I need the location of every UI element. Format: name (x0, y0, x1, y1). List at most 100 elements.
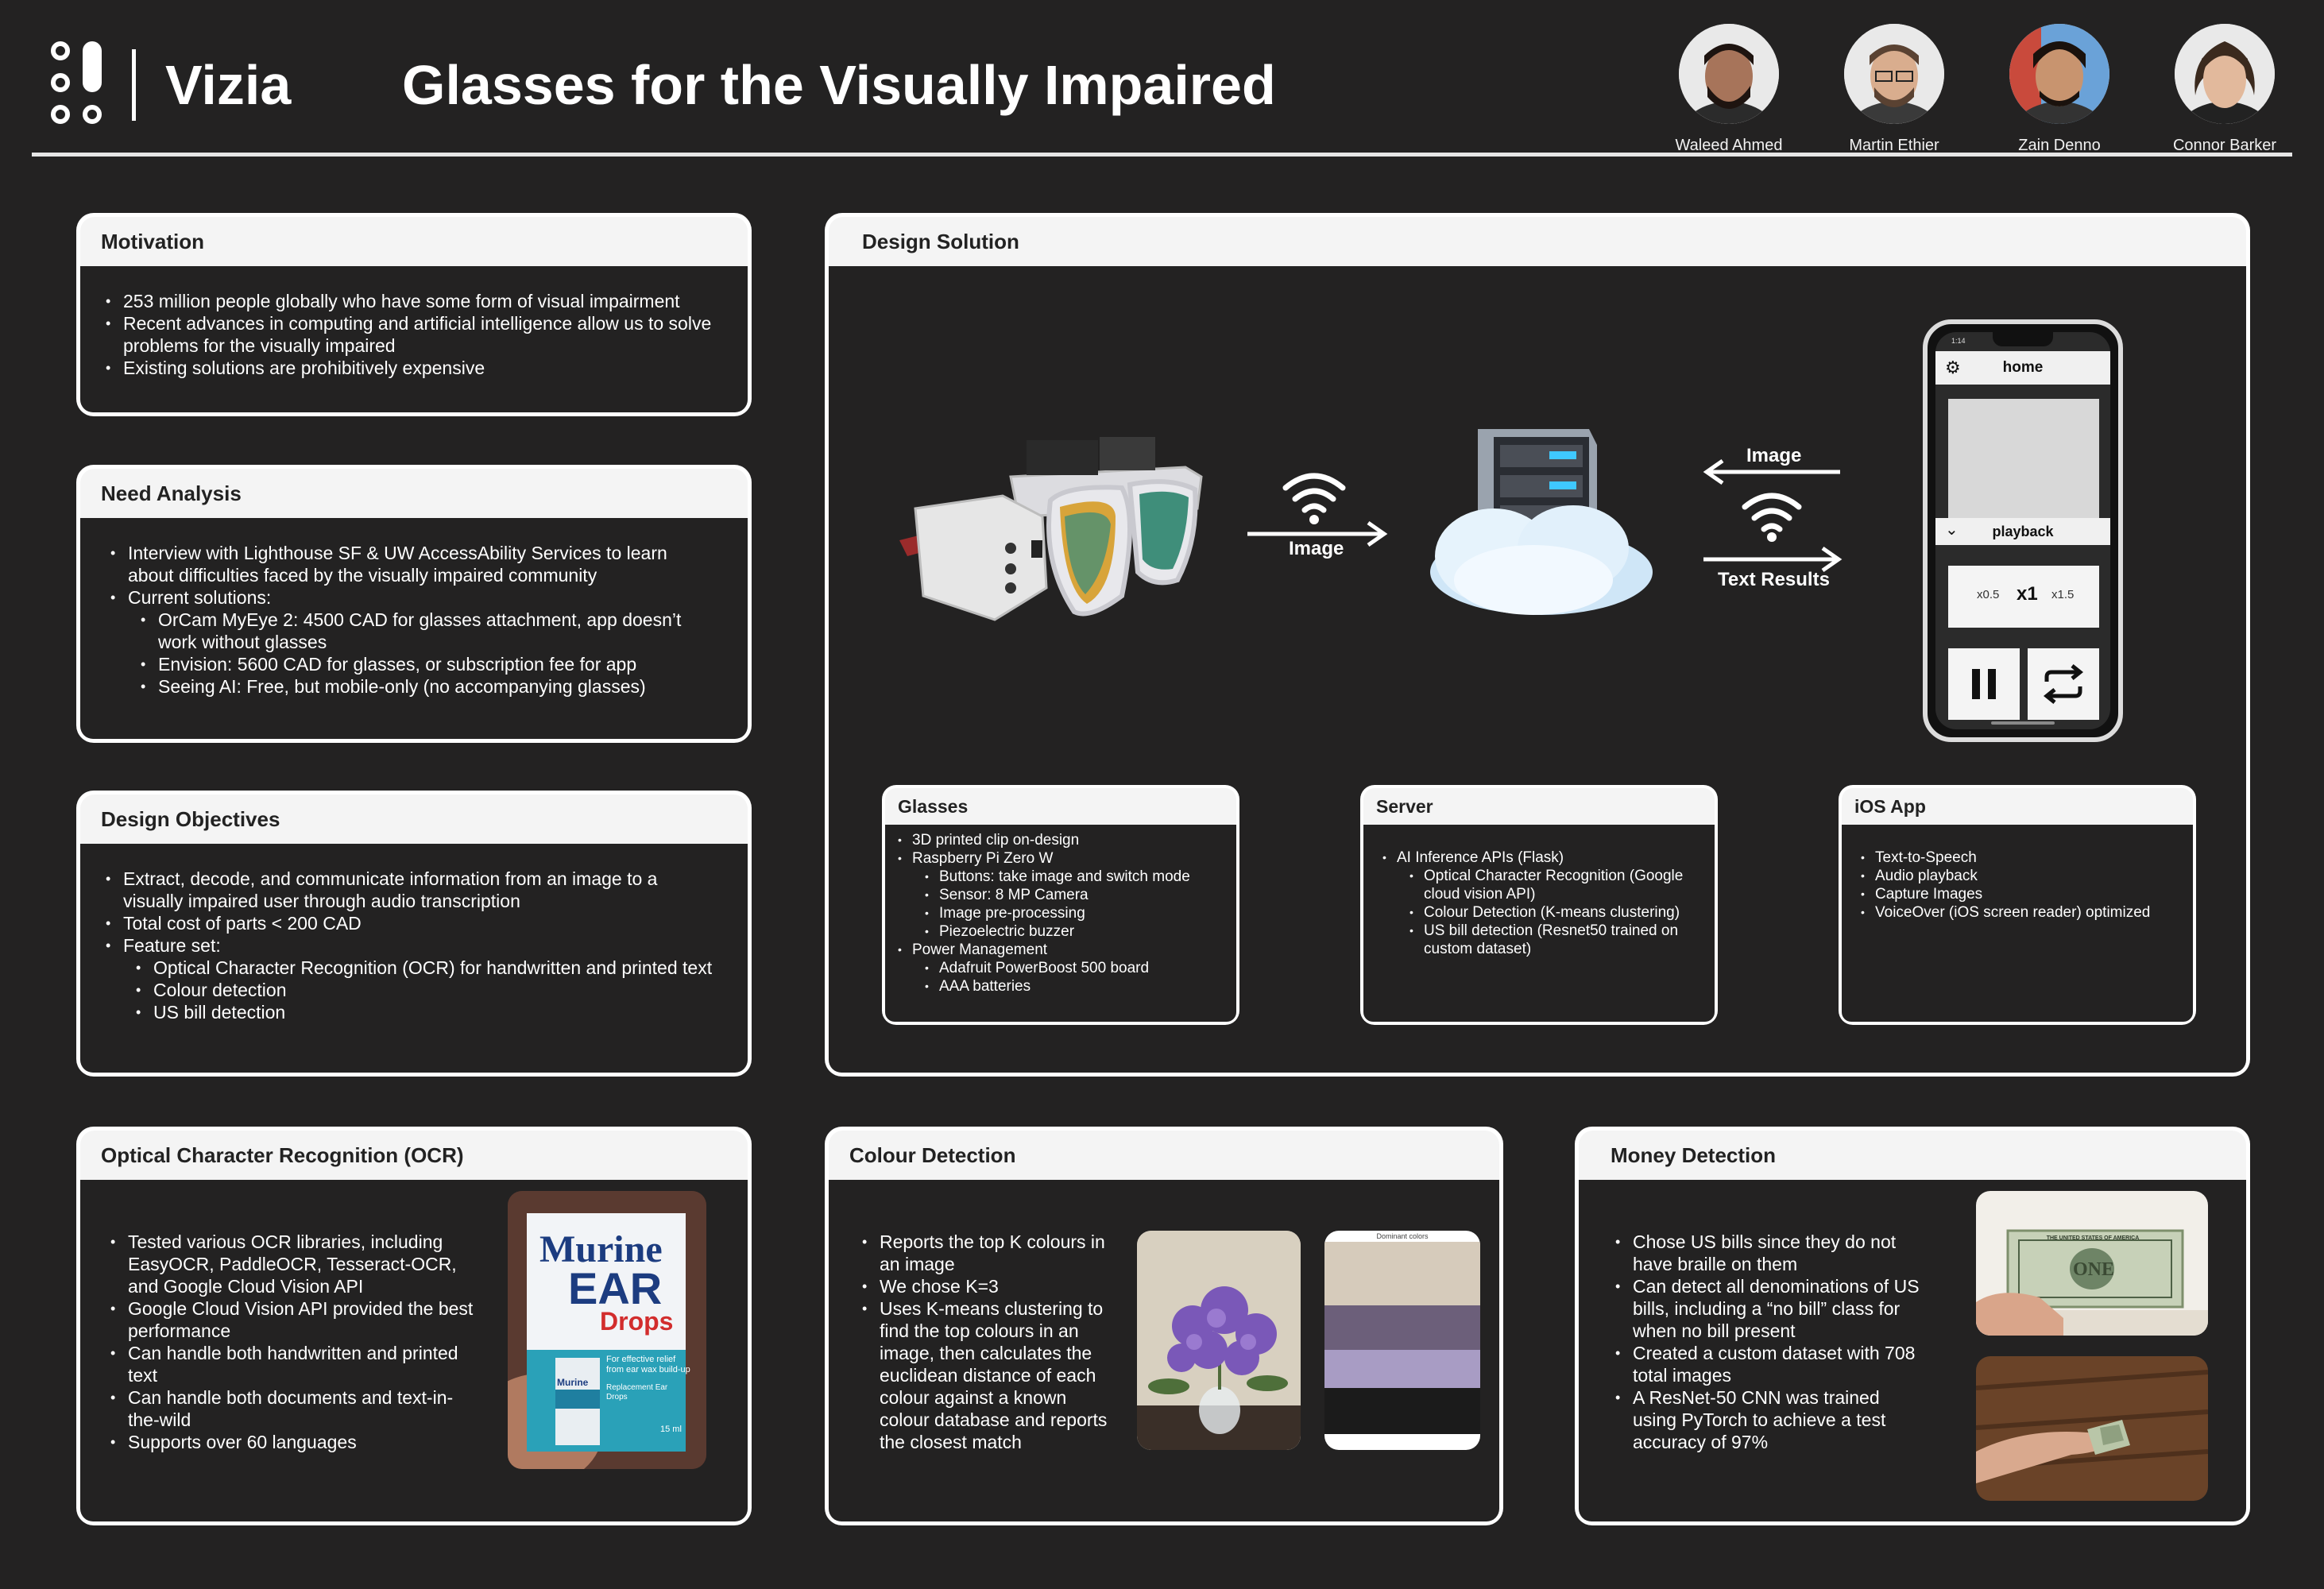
list-item: Sensor: 8 MP Camera (923, 886, 1225, 904)
motivation-panel: Motivation 253 million people globally w… (76, 213, 752, 416)
list-item: Raspberry Pi Zero W Buttons: take image … (896, 849, 1225, 941)
repeat-button[interactable] (2028, 648, 2099, 720)
list-item: AAA batteries (923, 977, 1225, 996)
list-item-label: AI Inference APIs (Flask) (1397, 849, 1564, 866)
phone-notch (1993, 332, 2053, 346)
playback-bar[interactable]: ⌄ playback (1935, 518, 2110, 545)
list-item: Interview with Lighthouse SF & UW Access… (109, 542, 716, 586)
glasses-box: Glasses 3D printed clip on-design Raspbe… (882, 785, 1239, 1025)
vizia-logo-icon (49, 38, 105, 127)
list-item: Envision: 5600 CAD for glasses, or subsc… (139, 653, 716, 675)
wifi-icon (1742, 493, 1802, 542)
team-member-4: Connor Barker (2161, 24, 2288, 155)
logo-divider (132, 49, 136, 121)
poster-header: Vizia Glasses for the Visually Impaired … (0, 0, 2324, 159)
home-indicator (1991, 721, 2055, 725)
list-item-label: Feature set: (123, 935, 221, 956)
list-item: Total cost of parts < 200 CAD (104, 912, 716, 934)
pause-button[interactable] (1948, 648, 2020, 720)
brand-name: Vizia (165, 54, 292, 116)
list-item: 3D printed clip on-design (896, 831, 1225, 849)
speed-slow-option[interactable]: x0.5 (1977, 588, 1999, 601)
list-item: Optical Character Recognition (Google cl… (1408, 867, 1700, 903)
ios-app-list: Text-to-Speech Audio playback Capture Im… (1859, 849, 2175, 922)
glasses-image (884, 429, 1217, 644)
speed-selector[interactable]: x0.5 x1 x1.5 (1948, 566, 2099, 628)
list-item: Recent advances in computing and artific… (104, 312, 721, 357)
box-replacement-text: Replacement Ear Drops (606, 1383, 668, 1401)
avatar (1679, 24, 1779, 124)
dominant-colours-label: Dominant colors (1376, 1232, 1429, 1240)
team-member-2: Martin Ethier (1831, 24, 1958, 155)
list-item: OrCam MyEye 2: 4500 CAD for glasses atta… (139, 609, 716, 653)
box-bottle-text: Murine (557, 1377, 589, 1388)
colour-swatch (1324, 1388, 1480, 1434)
dominant-colours-chart: Dominant colors (1324, 1231, 1480, 1450)
list-item: We chose K=3 (860, 1275, 1119, 1297)
list-item: Tested various OCR libraries, including … (109, 1231, 474, 1297)
avatar (1844, 24, 1944, 124)
bill-photo-1: THE UNITED STATES OF AMERICA ONE (1976, 1191, 2208, 1336)
list-item: Text-to-Speech (1859, 849, 2175, 867)
avatar (2175, 24, 2275, 124)
colour-detection-list: Reports the top K colours in an image We… (860, 1231, 1119, 1453)
list-item-label: Raspberry Pi Zero W (912, 850, 1054, 867)
design-solution-title: Design Solution (829, 217, 2246, 266)
list-item-label: Power Management (912, 941, 1048, 958)
ios-app-mockup: 1:14 ⚙ home ⌄ playback x0.5 x1 x1.5 (1923, 319, 2123, 742)
box-drops-text: Drops (600, 1307, 674, 1336)
list-item: US bill detection (134, 1001, 716, 1023)
ios-app-box-title: iOS App (1842, 788, 2193, 825)
box-tagline-text: For effective relief from ear wax build-… (606, 1355, 690, 1374)
playback-label: playback (1992, 524, 2054, 539)
colour-swatch (1324, 1350, 1480, 1388)
list-item: Can handle both handwritten and printed … (109, 1342, 474, 1386)
swatch-stack (1324, 1242, 1480, 1434)
speed-fast-option[interactable]: x1.5 (2051, 588, 2074, 601)
pause-icon (1972, 669, 1996, 699)
avatar (2009, 24, 2109, 124)
design-objectives-panel: Design Objectives Extract, decode, and c… (76, 791, 752, 1077)
header-divider (32, 153, 2292, 157)
list-item: Can handle both documents and text-in-th… (109, 1386, 474, 1431)
list-item: Extract, decode, and communicate informa… (104, 868, 716, 912)
bill-photo-2 (1976, 1356, 2208, 1501)
bill-header-text: THE UNITED STATES OF AMERICA (2046, 1235, 2140, 1241)
list-item-label: Current solutions: (128, 587, 272, 608)
list-item: Colour Detection (K-means clustering) (1408, 903, 1700, 922)
server-box-title: Server (1363, 788, 1715, 825)
ios-app-box: iOS App Text-to-Speech Audio playback Ca… (1839, 785, 2196, 1025)
list-item: Capture Images (1859, 885, 2175, 903)
list-item: Created a custom dataset with 708 total … (1614, 1342, 1924, 1386)
box-volume-text: 15 ml (660, 1425, 682, 1434)
list-item: Can detect all denominations of US bills… (1614, 1275, 1924, 1342)
list-item: Optical Character Recognition (OCR) for … (134, 957, 716, 979)
team-member-1: Waleed Ahmed (1665, 24, 1792, 155)
list-item: Reports the top K colours in an image (860, 1231, 1119, 1275)
list-item: Chose US bills since they do not have br… (1614, 1231, 1924, 1275)
colour-detection-title: Colour Detection (829, 1131, 1499, 1180)
ocr-panel: Optical Character Recognition (OCR) Test… (76, 1127, 752, 1525)
team-member-3: Zain Denno (1996, 24, 2123, 155)
motivation-list: 253 million people globally who have som… (104, 290, 721, 379)
need-analysis-title: Need Analysis (80, 469, 748, 518)
server-list: AI Inference APIs (Flask) Optical Charac… (1381, 849, 1700, 958)
list-item: Power Management Adafruit PowerBoost 500… (896, 941, 1225, 996)
arrow-label-text-results: Text Results (1718, 569, 1830, 590)
list-item: A ResNet-50 CNN was trained using PyTorc… (1614, 1386, 1924, 1453)
speed-normal-option[interactable]: x1 (2017, 583, 2038, 605)
list-item: Feature set: Optical Character Recogniti… (104, 934, 716, 1023)
phone-screen: 1:14 ⚙ home ⌄ playback x0.5 x1 x1.5 (1935, 332, 2110, 729)
list-item: Google Cloud Vision API provided the bes… (109, 1297, 474, 1342)
list-item: Seeing AI: Free, but mobile-only (no acc… (139, 675, 716, 698)
poster-title: Glasses for the Visually Impaired (402, 54, 1276, 116)
arrow-label-image: Image (1746, 445, 1802, 466)
design-objectives-list: Extract, decode, and communicate informa… (104, 868, 716, 1023)
need-analysis-panel: Need Analysis Interview with Lighthouse … (76, 465, 752, 743)
status-time: 1:14 (1951, 337, 1966, 345)
bill-word-text: ONE (2072, 1259, 2114, 1280)
arrow-label-image: Image (1289, 538, 1344, 559)
list-item: US bill detection (Resnet50 trained on c… (1408, 922, 1700, 958)
list-item: Piezoelectric buzzer (923, 922, 1225, 941)
nav-title: home (2002, 359, 2044, 376)
